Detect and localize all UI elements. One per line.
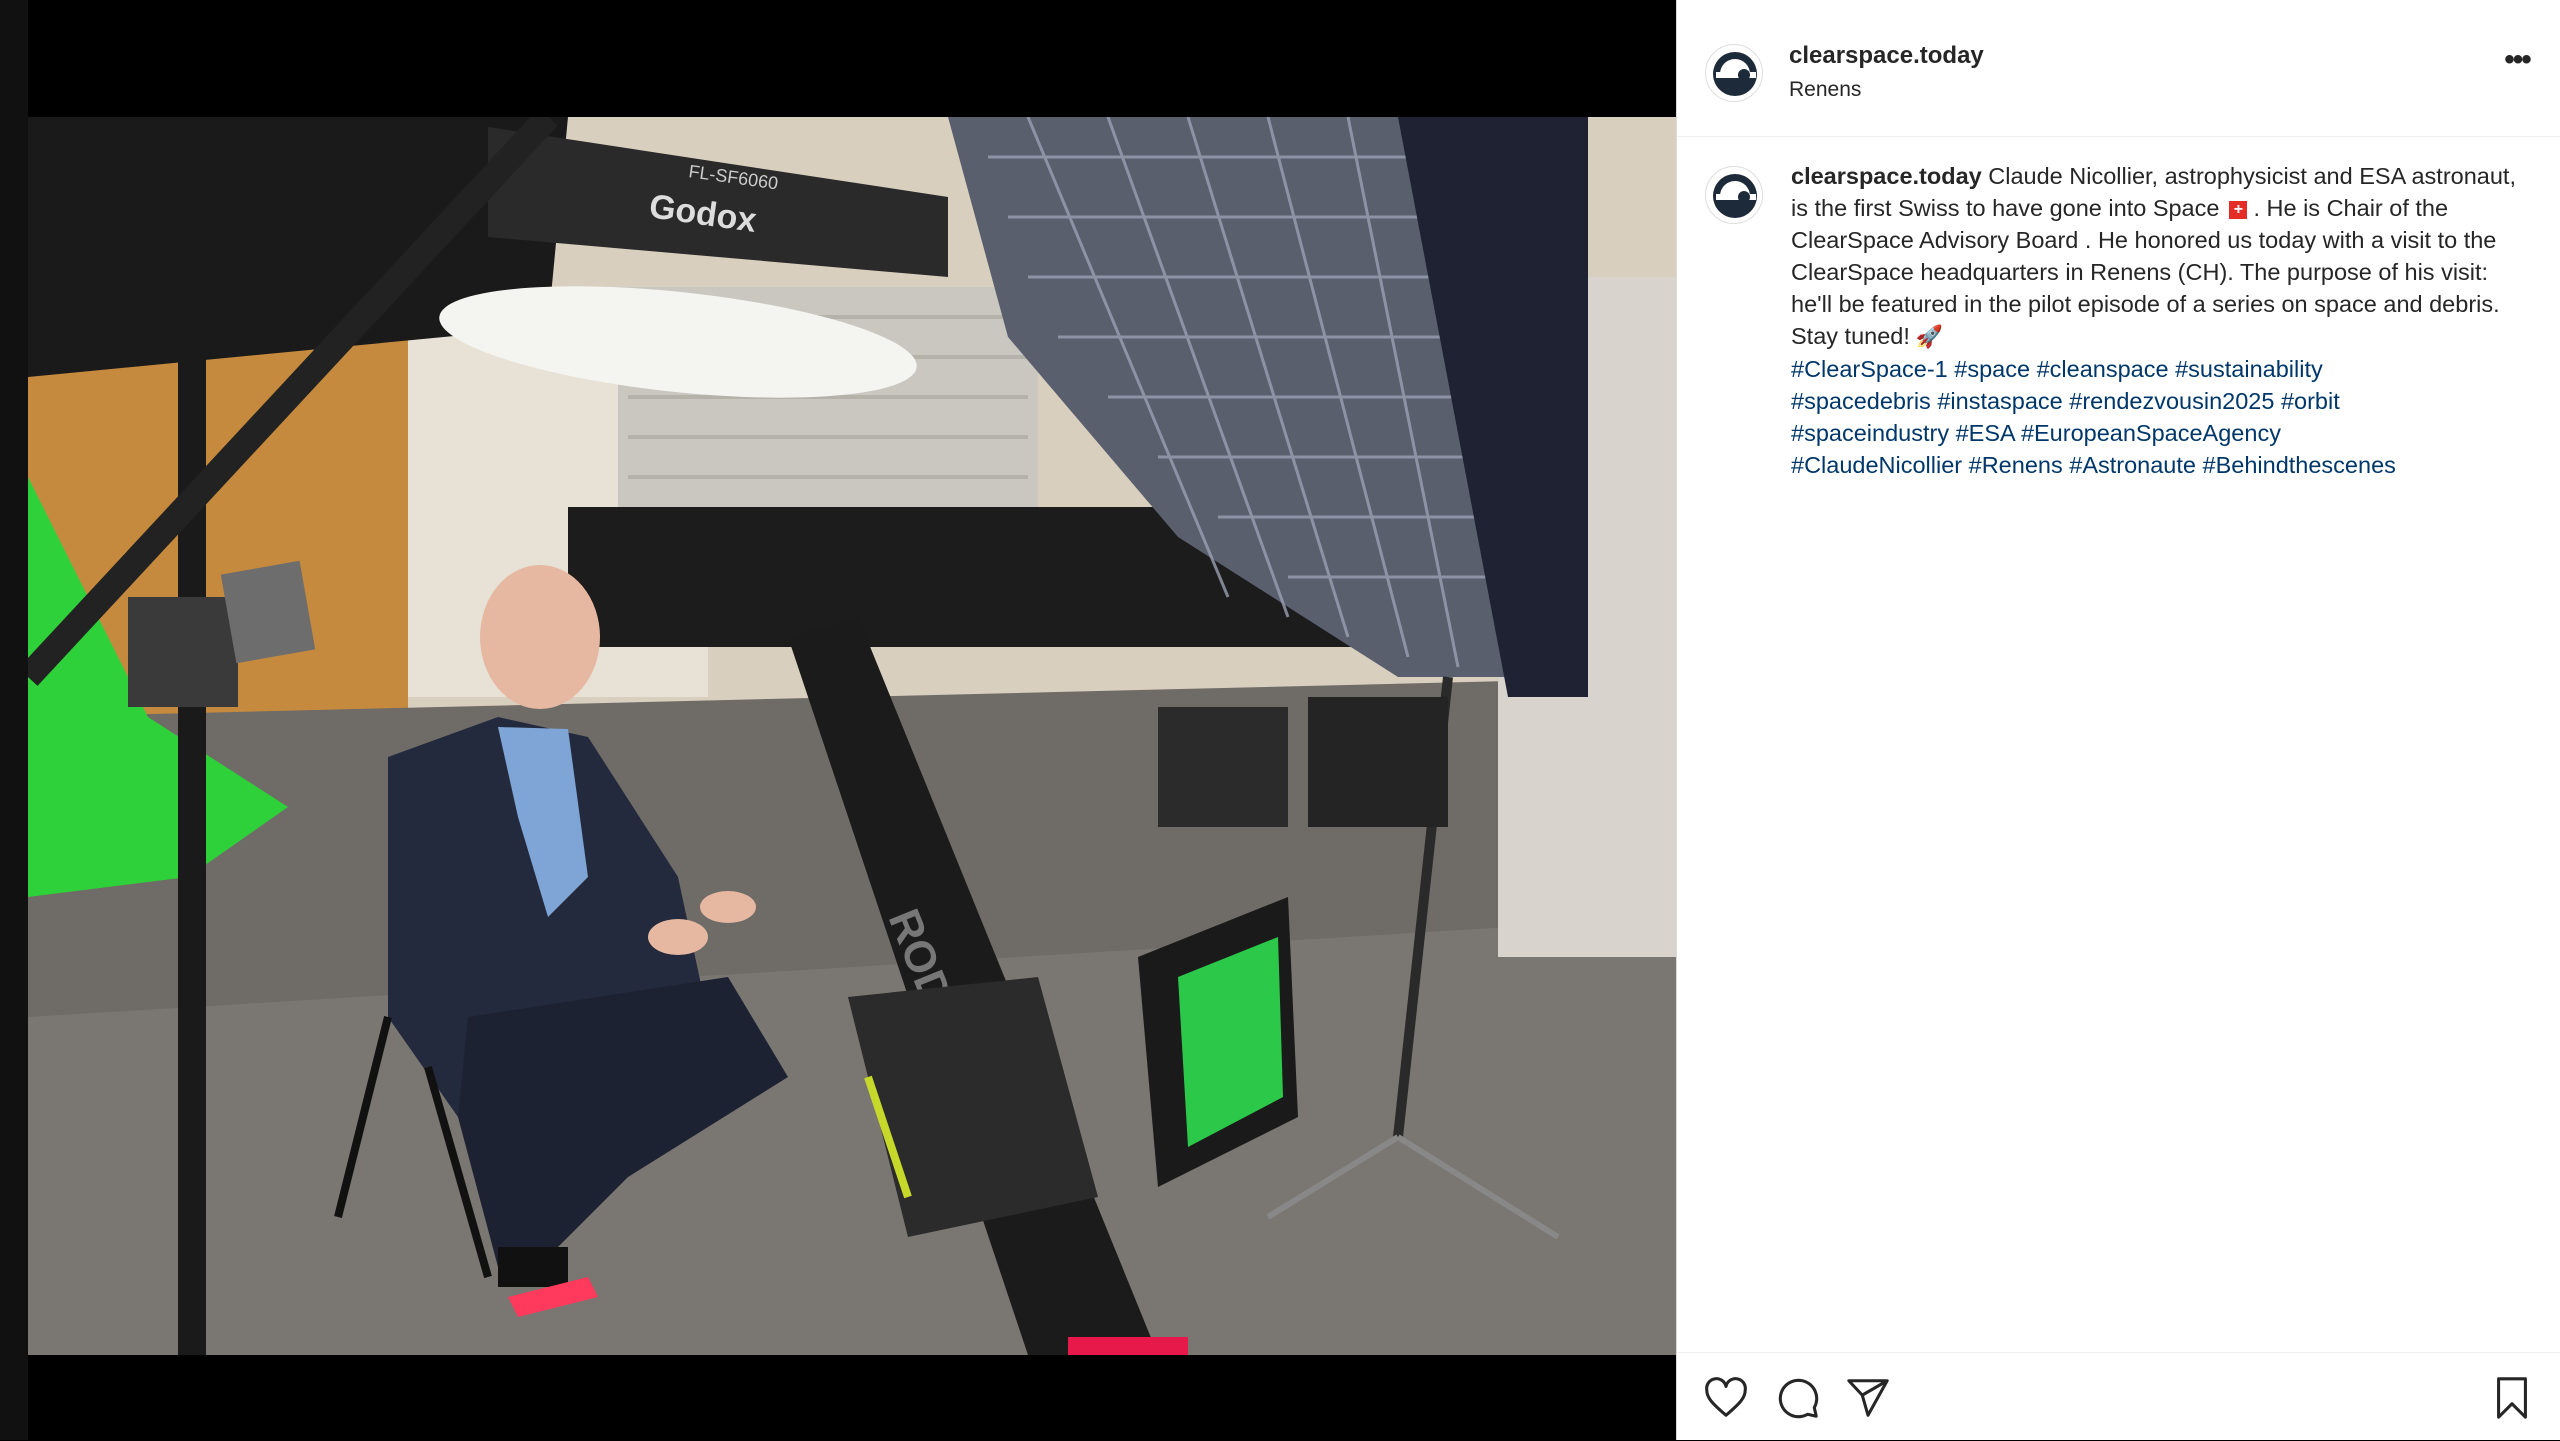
hashtag-link[interactable]: #Astronaute: [2069, 452, 2196, 478]
like-button[interactable]: [1703, 1375, 1749, 1421]
media-edge: [0, 0, 28, 1440]
bookmark-icon: [2497, 1377, 2527, 1419]
hashtag-link[interactable]: #EuropeanSpaceAgency: [2021, 420, 2281, 446]
comment-button[interactable]: [1775, 1375, 1821, 1421]
hashtag-link[interactable]: #ClearSpace-1: [1791, 356, 1948, 382]
post-media: Godox FL-SF6060 RODE: [0, 0, 1676, 1440]
hashtag-link[interactable]: #cleanspace: [2037, 356, 2169, 382]
post-username[interactable]: clearspace.today: [1789, 42, 1984, 70]
post-caption: clearspace.today Claude Nicollier, astro…: [1791, 160, 2531, 481]
post-location[interactable]: Renens: [1789, 78, 1861, 102]
hashtag-link[interactable]: #sustainability: [2175, 356, 2323, 382]
comment-icon: [1778, 1378, 1819, 1419]
hashtag-link[interactable]: #space: [1954, 356, 2030, 382]
heart-icon: [1705, 1377, 1747, 1417]
post-header: clearspace.today Renens •••: [1677, 0, 2560, 137]
avatar[interactable]: [1705, 44, 1763, 102]
clearspace-logo-icon: [1707, 168, 1762, 223]
caption-avatar[interactable]: [1705, 166, 1763, 224]
more-options-button[interactable]: •••: [2497, 45, 2537, 80]
hashtag-link[interactable]: #spacedebris: [1791, 388, 1931, 414]
swiss-flag-icon: +: [2229, 201, 2248, 219]
hashtag-link[interactable]: #orbit: [2281, 388, 2340, 414]
share-button[interactable]: [1845, 1375, 1891, 1421]
hashtag-link[interactable]: #ClaudeNicollier: [1791, 452, 1962, 478]
send-icon: [1847, 1379, 1889, 1417]
hashtag-link[interactable]: #Behindthescenes: [2203, 452, 2396, 478]
clearspace-logo-icon: [1707, 46, 1762, 101]
hashtag-link[interactable]: #spaceindustry: [1791, 420, 1949, 446]
save-button[interactable]: [2489, 1375, 2535, 1421]
action-bar: [1677, 1352, 2560, 1441]
hashtag-link[interactable]: #rendezvousin2025: [2069, 388, 2274, 414]
photo-illustration: Godox FL-SF6060 RODE: [28, 117, 1676, 1355]
rocket-icon: 🚀: [1915, 324, 1944, 349]
post-photo[interactable]: Godox FL-SF6060 RODE: [28, 117, 1676, 1355]
hashtag-link[interactable]: #instaspace: [1937, 388, 2062, 414]
hashtag-link[interactable]: #ESA: [1956, 420, 2015, 446]
hashtag-list: #ClearSpace-1 #space #cleanspace #sustai…: [1791, 356, 2396, 478]
hashtag-link[interactable]: #Renens: [1969, 452, 2063, 478]
post-panel: clearspace.today Renens ••• clearspace.t…: [1676, 0, 2560, 1440]
caption-username[interactable]: clearspace.today: [1791, 163, 1982, 189]
